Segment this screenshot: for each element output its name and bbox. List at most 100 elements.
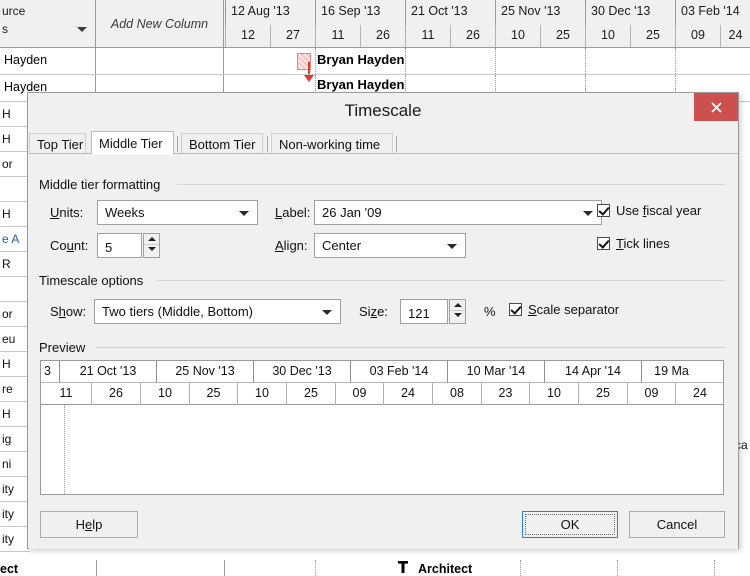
cancel-button[interactable]: Cancel (629, 511, 725, 538)
timescale-preview: 3 21 Oct '13 25 Nov '13 30 Dec '13 03 Feb '1… (40, 360, 724, 495)
preview-bottom-tier-cell: 11 (59, 386, 73, 400)
checkbox-indicator (597, 204, 610, 217)
timescale-bottom-cell: 26 (360, 25, 405, 47)
show-label: Show: (50, 304, 87, 319)
count-input[interactable] (97, 233, 142, 258)
task-marker-icon[interactable] (398, 561, 408, 573)
preview-bottom-tier-cell: 23 (481, 383, 529, 405)
timescale-top-cell: 12 Aug '13 (225, 0, 315, 25)
timescale-bottom-cell: 11 (315, 25, 360, 47)
gridline-tick (405, 48, 406, 74)
preview-body (41, 405, 723, 494)
group-title-timescale-options: Timescale options (39, 273, 148, 288)
scale-separator-label: Scale separator (528, 302, 620, 317)
gridline-tick (585, 48, 586, 74)
preview-bottom-tier-cell: 10 (529, 383, 578, 405)
timescale-top-cell: 21 Oct '13 (405, 0, 495, 25)
gantt-bar-label: Bryan Hayden (317, 52, 405, 67)
clipped-task-name: or (0, 152, 30, 177)
preview-top-tier-row: 3 21 Oct '13 25 Nov '13 30 Dec '13 03 Feb '1… (41, 361, 723, 383)
chevron-down-icon (322, 309, 332, 315)
count-label: Count: (50, 238, 89, 253)
size-stepper[interactable] (449, 299, 466, 324)
scale-separator-checkbox[interactable]: Scale separator (509, 302, 619, 317)
chevron-down-icon[interactable] (77, 27, 87, 32)
size-input[interactable] (400, 299, 448, 324)
gridline-tick (315, 48, 316, 74)
column-header-add-new-column[interactable]: Add New Column (96, 0, 224, 47)
gantt-chart-row: Bryan Hayden (225, 48, 750, 74)
preview-header: 3 21 Oct '13 25 Nov '13 30 Dec '13 03 Feb '1… (41, 361, 723, 405)
ok-button[interactable]: OK (522, 511, 618, 538)
preview-bottom-tier-cell: 25 (578, 383, 627, 405)
task-empty-cell[interactable] (96, 48, 224, 74)
timescale-bottom-cell: 24 (720, 25, 750, 47)
close-icon[interactable] (694, 93, 738, 121)
units-label: Units: (50, 205, 84, 220)
gridline-tick (675, 48, 676, 74)
clipped-task-name: ig (0, 427, 30, 452)
chevron-down-icon (583, 210, 593, 216)
timescale-top-cell: 25 Nov '13 (495, 0, 585, 25)
stepper-down-icon[interactable] (144, 244, 159, 254)
preview-top-tier-cell: 25 Nov '13 (156, 361, 253, 382)
preview-bottom-tier-row: 11261025102509240823102509240924 (41, 383, 723, 405)
use-fiscal-year-label: Use fiscal year (616, 203, 702, 218)
units-value: Weeks (105, 205, 145, 220)
tab-divider (177, 136, 178, 152)
checkbox-indicator (509, 303, 522, 316)
timescale-top-cell: 03 Feb '14 (675, 0, 750, 25)
tab-label: Non-working time (279, 137, 381, 152)
table-row[interactable]: Hayden Bryan Hayden (0, 48, 750, 75)
timescale-top-cell: 30 Dec '13 (585, 0, 675, 25)
gridline-tick (520, 560, 521, 576)
tab-label: Top Tier (37, 137, 84, 152)
timescale-bottom-cell: 10 (585, 25, 630, 47)
show-combobox[interactable]: Two tiers (Middle, Bottom) (94, 299, 341, 324)
label-combobox[interactable]: 26 Jan '09 (314, 200, 602, 225)
help-button-label: Help (75, 517, 103, 532)
use-fiscal-year-checkbox[interactable]: Use fiscal year (597, 203, 701, 218)
preview-bottom-tier-cell: 08 (432, 383, 481, 405)
preview-bottom-tier-cell: 10 (237, 383, 286, 405)
count-stepper[interactable] (143, 233, 160, 258)
tick-lines-checkbox[interactable]: Tick lines (597, 236, 670, 251)
clipped-task-name: ni (0, 452, 30, 477)
clipped-task-name: or (0, 302, 30, 327)
preview-bottom-tier-cell: 25 (189, 383, 237, 405)
clipped-task-name: eu (0, 327, 30, 352)
dialog-tabstrip: Top Tier Middle Tier Bottom Tier Non-wor… (29, 131, 738, 155)
clipped-task-name: H (0, 402, 30, 427)
align-combobox[interactable]: Center (314, 233, 466, 258)
chevron-down-icon (239, 210, 249, 216)
dialog-title: Timescale (344, 101, 422, 120)
gridline-tick (315, 560, 316, 576)
timescale-top-cell: 16 Sep '13 (315, 0, 405, 25)
timescale-top-tier[interactable]: 12 Aug '13 16 Sep '13 21 Oct '13 25 Nov '13… (225, 0, 750, 25)
grid-header: urce s Add New Column 12 Aug '13 16 Sep '… (0, 0, 750, 48)
tab-middle-tier[interactable]: Middle Tier (91, 131, 174, 155)
gridline-tick (495, 48, 496, 74)
tab-label: Middle Tier (99, 136, 163, 151)
tab-top-tier[interactable]: Top Tier (29, 133, 86, 155)
timescale-bottom-cell: 09 (675, 25, 720, 47)
timescale-dialog: Timescale Top Tier Middle Tier Bottom Ti… (27, 92, 739, 549)
link-arrow-icon (304, 75, 314, 82)
units-combobox[interactable]: Weeks (97, 200, 258, 225)
resource-header-line1: urce (2, 4, 26, 18)
timescale-bottom-cell: 10 (495, 25, 540, 47)
timescale-header: 12 Aug '13 16 Sep '13 21 Oct '13 25 Nov '13… (225, 0, 750, 47)
preview-top-tier-cell: 14 Apr '14 (544, 361, 641, 382)
timescale-bottom-tier[interactable]: 12 27 11 26 11 26 10 25 10 25 09 24 (225, 25, 750, 47)
stepper-down-icon[interactable] (450, 310, 465, 320)
preview-bottom-tier-cell: 24 (675, 383, 723, 405)
clipped-task-name: R (0, 252, 30, 277)
cancel-button-label: Cancel (656, 517, 698, 532)
tab-non-working-time[interactable]: Non-working time (271, 133, 393, 155)
help-button[interactable]: Help (40, 511, 138, 538)
checkbox-indicator (597, 237, 610, 250)
tab-bottom-tier[interactable]: Bottom Tier (181, 133, 263, 155)
column-header-resource-names[interactable]: urce s (0, 0, 96, 47)
dialog-titlebar[interactable]: Timescale (28, 93, 738, 131)
bottom-left-text-fragment: ect (0, 562, 19, 576)
